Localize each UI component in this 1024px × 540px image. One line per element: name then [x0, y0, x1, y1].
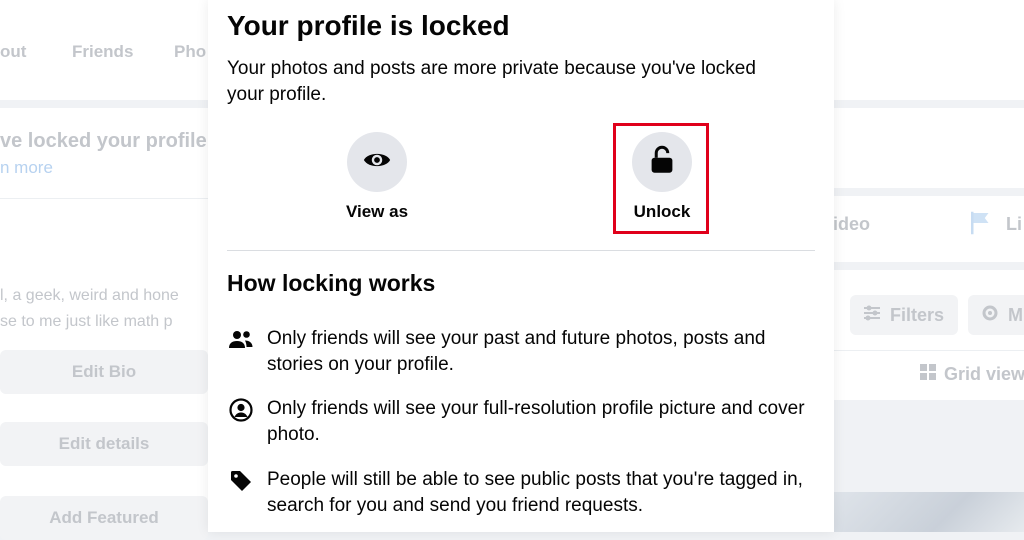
manage-label: M — [1008, 304, 1023, 325]
bio-text-line: l, a geek, weird and hone — [0, 287, 179, 304]
life-event-label[interactable]: Li — [1006, 214, 1022, 235]
how-locking-works-title: How locking works — [227, 270, 436, 296]
unlock-label: Unlock — [633, 202, 691, 221]
photo-thumbnail — [833, 492, 1024, 532]
grid-icon — [918, 362, 938, 387]
filters-icon — [862, 303, 882, 328]
flag-icon — [966, 208, 996, 243]
unlocked-padlock-icon — [648, 145, 676, 180]
create-post-card — [833, 108, 1024, 188]
friends-icon — [227, 326, 255, 354]
profile-picture-icon — [227, 396, 255, 424]
tab-friends[interactable]: Friends — [72, 42, 133, 62]
grid-view-label: Grid view — [944, 364, 1024, 384]
edit-bio-button[interactable]: Edit Bio — [0, 350, 208, 394]
edit-details-button[interactable]: Edit details — [0, 422, 208, 466]
tab-about[interactable]: out — [0, 42, 26, 62]
intro-divider — [0, 198, 220, 199]
dialog-subtitle: Your photos and posts are more private b… — [227, 58, 756, 105]
bio-text-line: se to me just like math p — [0, 313, 173, 330]
tag-icon — [227, 467, 255, 495]
dialog-divider — [227, 250, 815, 251]
tab-photos[interactable]: Pho — [174, 42, 206, 62]
locked-profile-notice: ve locked your profile — [0, 130, 207, 152]
filters-label: Filters — [890, 304, 945, 325]
add-featured-button[interactable]: Add Featured — [0, 496, 208, 540]
gear-icon — [980, 303, 1000, 328]
posts-divider — [833, 350, 1024, 351]
manage-posts-button[interactable]: M — [968, 295, 1024, 335]
info-item: People will still be able to see public … — [227, 467, 807, 519]
learn-more-link[interactable]: n more — [0, 158, 53, 178]
info-text: Only friends will see your full-resoluti… — [267, 398, 805, 445]
view-as-icon-circle — [347, 132, 407, 192]
info-text: Only friends will see your past and futu… — [267, 328, 766, 375]
info-text: People will still be able to see public … — [267, 469, 803, 516]
grid-view-tab[interactable]: Grid view — [918, 362, 1024, 387]
profile-locked-dialog: Your profile is locked Your photos and p… — [208, 0, 834, 532]
filters-button[interactable]: Filters — [850, 295, 958, 335]
unlock-button[interactable]: Unlock — [612, 132, 712, 222]
live-video-label[interactable]: ideo — [833, 214, 870, 235]
view-as-label: View as — [345, 202, 409, 221]
dialog-title: Your profile is locked — [227, 10, 510, 41]
info-item: Only friends will see your full-resoluti… — [227, 396, 807, 448]
view-as-button[interactable]: View as — [327, 132, 427, 222]
eye-icon — [362, 145, 392, 180]
unlock-icon-circle — [632, 132, 692, 192]
info-item: Only friends will see your past and futu… — [227, 326, 807, 378]
